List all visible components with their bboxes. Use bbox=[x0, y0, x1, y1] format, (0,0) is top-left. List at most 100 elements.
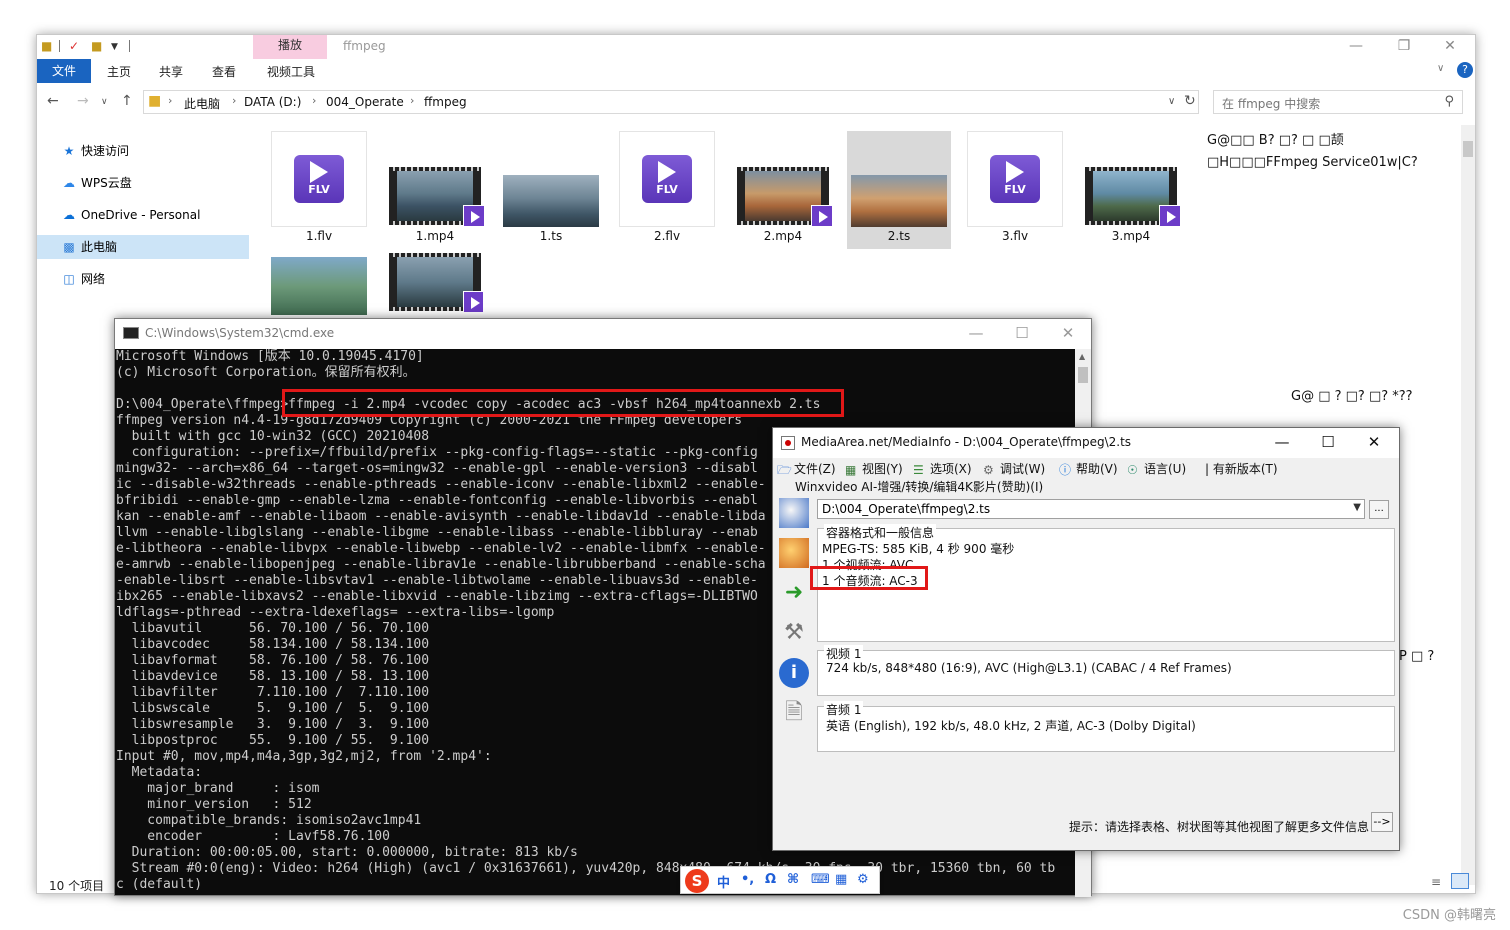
open-file-icon[interactable] bbox=[779, 498, 809, 528]
folder-icon[interactable]: ■ bbox=[41, 39, 52, 53]
customize-dropdown-icon[interactable]: ▼ bbox=[111, 42, 118, 52]
file-item-2-mp4[interactable]: 2.mp4 bbox=[735, 131, 833, 249]
file-item-2-flv[interactable]: FLV 2.flv bbox=[619, 131, 715, 249]
properties-icon[interactable]: ✓ bbox=[69, 39, 79, 53]
up-arrow-icon[interactable]: ↑ bbox=[121, 93, 133, 109]
ime-settings-icon[interactable]: ⚙ bbox=[857, 872, 869, 887]
new-folder-icon[interactable]: ■ bbox=[91, 39, 102, 53]
preview-scrollbar[interactable] bbox=[1461, 125, 1475, 885]
nav-item-this-pc[interactable]: ▩ 此电脑 bbox=[37, 235, 249, 259]
open-folder-icon[interactable] bbox=[779, 538, 809, 568]
address-bar[interactable]: ■ › 此电脑 › DATA (D:) › 004_Operate › ffmp… bbox=[143, 90, 1199, 114]
breadcrumb-this-pc[interactable]: 此电脑 bbox=[184, 95, 220, 112]
terminal-icon bbox=[123, 327, 139, 339]
minimize-icon[interactable]: — bbox=[953, 321, 999, 347]
menu-options[interactable]: ☰ 选项(X) bbox=[913, 460, 972, 477]
scrollbar-thumb[interactable] bbox=[1463, 141, 1473, 157]
back-arrow-icon[interactable]: ← bbox=[47, 93, 59, 109]
close-icon[interactable]: ✕ bbox=[1351, 430, 1397, 456]
tab-file[interactable]: 文件 bbox=[37, 59, 91, 83]
minimize-icon[interactable]: — bbox=[1259, 430, 1305, 456]
sogou-logo-icon[interactable]: S bbox=[685, 869, 709, 893]
breadcrumb-004-operate[interactable]: 004_Operate bbox=[326, 95, 404, 109]
ime-symbol-icon[interactable]: Ω bbox=[765, 872, 776, 887]
ribbon-expand-icon[interactable]: ∨ bbox=[1437, 63, 1444, 74]
large-icons-view-icon[interactable] bbox=[1451, 873, 1469, 889]
scrollbar-thumb[interactable] bbox=[1078, 367, 1088, 383]
breadcrumb-data-drive[interactable]: DATA (D:) bbox=[244, 95, 301, 109]
close-icon[interactable]: ✕ bbox=[1427, 35, 1473, 59]
chevron-right-icon[interactable]: › bbox=[312, 94, 316, 107]
ime-chinese-mode[interactable]: 中 bbox=[717, 872, 730, 891]
help-icon[interactable]: ? bbox=[1457, 62, 1473, 78]
file-item-video[interactable] bbox=[387, 251, 483, 321]
ime-keyboard-icon[interactable]: ⌨ bbox=[811, 872, 830, 887]
command-highlight-box bbox=[282, 389, 844, 417]
export-icon[interactable]: ➜ bbox=[779, 578, 809, 608]
search-icon[interactable]: ⚲ bbox=[1444, 94, 1454, 109]
ime-grid-icon[interactable]: ▦ bbox=[835, 872, 847, 887]
forward-arrow-icon[interactable]: → bbox=[77, 93, 89, 109]
chevron-right-icon[interactable]: › bbox=[232, 94, 236, 107]
chevron-down-icon[interactable]: ▼ bbox=[1353, 502, 1361, 513]
browse-button[interactable]: ... bbox=[1369, 500, 1389, 519]
search-box[interactable]: 在 ffmpeg 中搜索 ⚲ bbox=[1213, 90, 1463, 114]
maximize-icon[interactable]: ☐ bbox=[1305, 430, 1351, 456]
tab-video-tools[interactable]: 视频工具 bbox=[267, 63, 315, 80]
ime-tool-icon[interactable]: ⌘ bbox=[787, 872, 799, 887]
refresh-icon[interactable]: ↻ bbox=[1184, 93, 1196, 109]
menu-help[interactable]: ⓘ 帮助(V) bbox=[1059, 460, 1118, 477]
restore-icon[interactable]: ❐ bbox=[1381, 35, 1427, 59]
file-path-combo[interactable]: D:\004_Operate\ffmpeg\2.ts ▼ bbox=[817, 499, 1365, 519]
file-item-1-mp4[interactable]: 1.mp4 bbox=[387, 131, 485, 249]
watermark: CSDN @韩曙亮 bbox=[1402, 908, 1496, 923]
tab-home[interactable]: 主页 bbox=[107, 63, 131, 80]
ime-punctuation-icon[interactable]: •, bbox=[741, 872, 754, 887]
tab-view[interactable]: 查看 bbox=[212, 63, 236, 80]
onedrive-icon: ☁ bbox=[63, 208, 75, 222]
menu-file[interactable]: 🗁 文件(Z) bbox=[777, 460, 836, 477]
file-item-1-flv[interactable]: FLV 1.flv bbox=[271, 131, 367, 249]
breadcrumb-ffmpeg[interactable]: ffmpeg bbox=[424, 95, 467, 109]
file-item-2-ts[interactable]: 2.ts bbox=[847, 131, 951, 249]
network-icon: ◫ bbox=[63, 272, 75, 286]
chevron-right-icon[interactable]: › bbox=[410, 94, 414, 107]
chevron-right-icon[interactable]: › bbox=[168, 94, 172, 107]
documents-icon[interactable]: 🗎 bbox=[779, 698, 809, 728]
scroll-up-icon[interactable]: ▲ bbox=[1079, 352, 1085, 361]
maximize-icon[interactable]: ☐ bbox=[999, 321, 1045, 347]
window-title: ffmpeg bbox=[343, 39, 386, 53]
chevron-down-icon[interactable]: ∨ bbox=[1168, 96, 1175, 107]
file-item-1-ts[interactable]: 1.ts bbox=[503, 131, 599, 249]
close-icon[interactable]: ✕ bbox=[1045, 321, 1091, 347]
cmd-line: (c) Microsoft Corporation。保留所有权利。 bbox=[116, 365, 416, 380]
file-item-3-mp4[interactable]: 3.mp4 bbox=[1083, 131, 1181, 249]
mediainfo-app-icon bbox=[781, 436, 795, 450]
details-view-icon[interactable]: ≡ bbox=[1431, 875, 1441, 889]
audio-stream-highlight-box bbox=[810, 566, 928, 590]
nav-item-wps-cloud[interactable]: ☁ WPS云盘 bbox=[37, 171, 249, 195]
cmd-line: Stream #0:0(eng): Video: h264 (High) (av… bbox=[116, 861, 1056, 876]
menu-view[interactable]: ▦ 视图(Y) bbox=[845, 460, 903, 477]
preferences-icon[interactable]: ⚒ bbox=[779, 618, 809, 648]
preview-text: G@□□ B? □? □ □颉 bbox=[1207, 133, 1344, 148]
menu-language[interactable]: ☉ 语言(U) bbox=[1127, 460, 1186, 477]
cmd-line: Microsoft Windows [版本 10.0.19045.4170] bbox=[116, 349, 424, 364]
menu-debug[interactable]: ⚙ 调试(W) bbox=[983, 460, 1045, 477]
tab-share[interactable]: 共享 bbox=[159, 63, 183, 80]
context-tab-play[interactable]: 播放 bbox=[253, 35, 327, 59]
nav-item-onedrive[interactable]: ☁ OneDrive - Personal bbox=[37, 203, 249, 227]
about-icon[interactable]: i bbox=[779, 658, 809, 688]
image-thumbnail bbox=[503, 175, 599, 227]
menu-sponsor[interactable]: Winxvideo AI-增强/转换/编辑4K影片(赞助)(I) bbox=[795, 478, 1043, 495]
next-view-button[interactable]: --> bbox=[1371, 812, 1393, 832]
file-item-3-flv[interactable]: FLV 3.flv bbox=[967, 131, 1063, 249]
minimize-icon[interactable]: — bbox=[1333, 35, 1379, 59]
nav-item-network[interactable]: ◫ 网络 bbox=[37, 267, 249, 291]
menu-new-version[interactable]: | 有新版本(T) bbox=[1205, 460, 1278, 477]
mediainfo-window: MediaArea.net/MediaInfo - D:\004_Operate… bbox=[772, 427, 1400, 851]
recent-dropdown-icon[interactable]: ∨ bbox=[101, 97, 108, 107]
nav-item-quick-access[interactable]: ★ 快速访问 bbox=[37, 139, 249, 163]
file-name: 2.flv bbox=[653, 229, 681, 243]
file-item-thumb[interactable] bbox=[271, 251, 367, 321]
